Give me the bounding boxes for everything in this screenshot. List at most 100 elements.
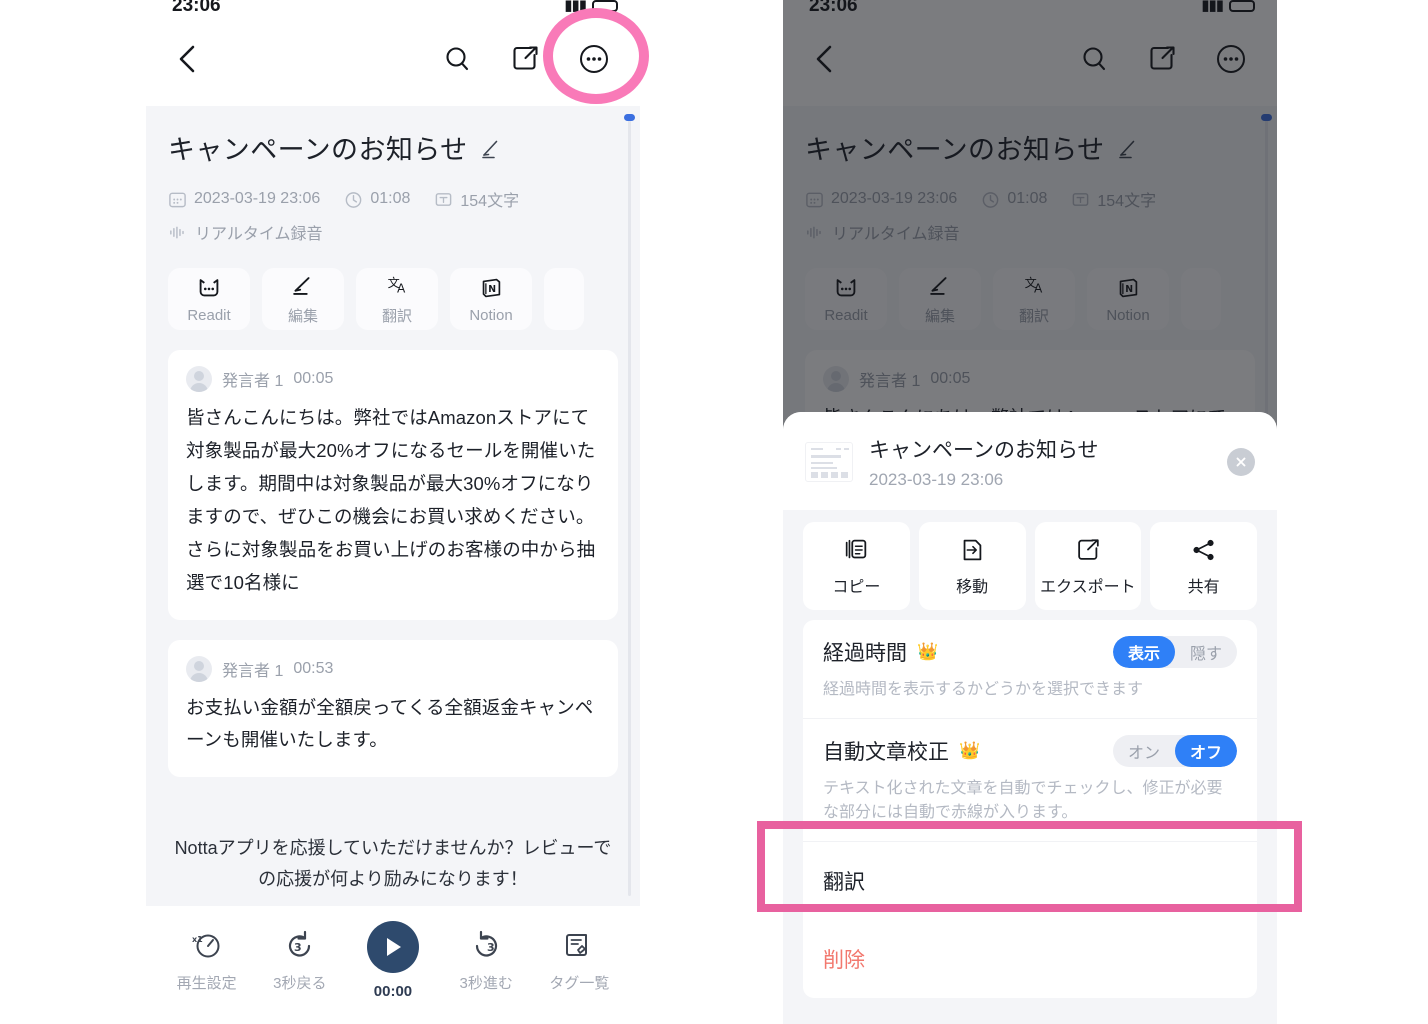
- close-button[interactable]: [1227, 448, 1255, 476]
- speaker-time: 00:53: [293, 659, 334, 677]
- meta-chars-text: 154文字: [460, 193, 520, 210]
- compose-button[interactable]: [506, 39, 546, 79]
- copy-icon: [846, 539, 867, 558]
- move-button[interactable]: 移動: [918, 522, 1026, 610]
- speaker-name: 発言者 1: [222, 662, 284, 680]
- delete-row[interactable]: 削除: [803, 920, 1257, 998]
- tag-list-label: タグ一覧: [549, 974, 610, 992]
- action-translate-label: 翻訳: [381, 308, 412, 325]
- player-bar: x1 再生設定 3 3秒戻る 00:00 3 3秒進む タグ一覧: [146, 906, 640, 1024]
- review-promo: Nottaアプリを応援していただけませんか？レビューでの応援が何より励みになりま…: [168, 833, 618, 906]
- translate-row[interactable]: 翻訳: [803, 842, 1257, 920]
- meta-source: リアルタイム録音: [168, 220, 618, 244]
- meta-duration-text: 01:08: [370, 190, 411, 207]
- segment-off[interactable]: オフ: [1175, 735, 1237, 767]
- note-meta: 2023-03-19 23:06 01:08: [168, 187, 618, 211]
- export-button[interactable]: エクスポート: [1034, 522, 1142, 610]
- compose-icon: [513, 46, 538, 70]
- phone-screen-left: 23:06 ▮▮▮ キャンペーンのお知らせ 2023-03-19 23:06 0…: [146, 0, 640, 1024]
- meta-chars: 154文字: [434, 187, 519, 211]
- export-label: エクスポート: [1040, 578, 1136, 596]
- action-readit-label: Readit: [187, 307, 231, 324]
- crown-icon: 👑: [917, 642, 939, 661]
- playback-speed-label: 再生設定: [176, 974, 237, 992]
- auto-proofread-segmented-control[interactable]: オン オフ: [1113, 735, 1237, 767]
- action-translate[interactable]: 文 A 翻訳: [356, 268, 438, 330]
- meta-source-text: リアルタイム録音: [195, 226, 323, 243]
- transcript-block[interactable]: 発言者 1 00:05 皆さんこんにちは。弊社ではAmazonストアにて対象製品…: [168, 350, 618, 620]
- action-more-partial[interactable]: [544, 268, 584, 330]
- transcript-text: お支払い金額が全額戻ってくる全額返金キャンペーンも開催いたします。: [186, 696, 594, 751]
- playback-speed-button[interactable]: x1 再生設定: [165, 928, 249, 993]
- action-notion-label: Notion: [469, 307, 513, 324]
- rewind-label: 3秒戻る: [273, 974, 327, 992]
- back-button[interactable]: [168, 40, 206, 78]
- action-readit[interactable]: Readit: [168, 268, 250, 330]
- option-elapsed-time-desc: 経過時間を表示するかどうかを選択できます: [823, 681, 1144, 698]
- document-thumbnail: [805, 442, 853, 482]
- svg-text:x1: x1: [192, 935, 203, 944]
- cat-readit-icon: [199, 279, 219, 297]
- move-icon: [963, 539, 982, 560]
- speaker-row: 発言者 1 00:05: [186, 366, 600, 392]
- tag-list-button[interactable]: タグ一覧: [537, 928, 621, 993]
- svg-text:A: A: [397, 282, 406, 296]
- search-button[interactable]: [438, 39, 478, 79]
- rewind-button[interactable]: 3 3秒戻る: [258, 928, 342, 993]
- review-promo-text: Nottaアプリを応援していただけませんか？レビューでの応援が何より励みになりま…: [174, 838, 612, 890]
- screenshot-stage: 23:06 ▮▮▮ キャンペーンのお知らせ 2023-03-19 23:06 0…: [0, 0, 1428, 1024]
- notion-icon: N: [482, 278, 501, 298]
- avatar: [186, 655, 212, 682]
- copy-button[interactable]: コピー: [803, 522, 910, 610]
- crown-icon: 👑: [959, 741, 981, 760]
- elapsed-time-segmented-control[interactable]: 表示 隠す: [1113, 636, 1237, 668]
- meta-date: 2023-03-19 23:06: [168, 190, 320, 209]
- play-button[interactable]: 00:00: [351, 920, 435, 1000]
- share-button[interactable]: 共有: [1150, 522, 1257, 610]
- sheet-header: キャンペーンのお知らせ 2023-03-19 23:06: [783, 412, 1277, 510]
- tag-list-icon: [566, 933, 588, 956]
- playback-speed-icon: x1: [192, 934, 220, 957]
- export-icon: [1078, 538, 1099, 560]
- share-label: 共有: [1187, 578, 1220, 596]
- play-circle[interactable]: [366, 920, 419, 973]
- search-icon: [446, 47, 469, 71]
- more-button[interactable]: [574, 39, 614, 79]
- transcript-block[interactable]: 発言者 1 00:53 お支払い金額が全額戻ってくる全額返金キャンペーンも開催い…: [168, 639, 618, 778]
- phone-screen-right: 23:06 ▮▮▮: [783, 0, 1277, 1024]
- segment-hide[interactable]: 隠す: [1175, 636, 1237, 668]
- avatar: [186, 366, 212, 392]
- option-auto-proofread-label: 自動文章校正: [823, 741, 949, 764]
- forward-button[interactable]: 3 3秒進む: [444, 928, 528, 993]
- meta-date-text: 2023-03-19 23:06: [194, 190, 321, 207]
- note-options-sheet: キャンペーンのお知らせ 2023-03-19 23:06 コピー 移動 エクスポ…: [783, 412, 1277, 1024]
- forward-label: 3秒進む: [459, 974, 513, 992]
- action-notion[interactable]: N Notion: [450, 268, 532, 330]
- segment-on[interactable]: オン: [1113, 735, 1175, 767]
- translate-icon: 文 A: [388, 275, 406, 296]
- sheet-options-group: 経過時間 👑 表示 隠す 経過時間を表示するかどうかを選択できます 自動文章校正: [803, 620, 1257, 998]
- forward-3s-icon: 3: [476, 930, 498, 957]
- close-icon: [1236, 457, 1246, 467]
- scrollbar-thumb[interactable]: [624, 114, 635, 121]
- meta-duration: 01:08: [344, 190, 410, 209]
- sheet-quick-actions: コピー 移動 エクスポート 共有: [783, 510, 1277, 610]
- sheet-date: 2023-03-19 23:06: [869, 470, 1004, 489]
- scrollbar-track[interactable]: [624, 114, 635, 896]
- status-bar-left: 23:06 ▮▮▮: [146, 0, 640, 12]
- note-action-row: Readit 編集 文: [168, 268, 618, 330]
- option-auto-proofread: 自動文章校正 👑 オン オフ テキスト化された文章を自動でチェックし、修正が必要…: [803, 719, 1257, 842]
- more-ellipsis-icon: [580, 45, 608, 73]
- option-elapsed-time-label: 経過時間: [823, 642, 907, 665]
- pencil-icon[interactable]: [480, 136, 504, 160]
- segment-show[interactable]: 表示: [1113, 636, 1175, 668]
- calendar-icon: [169, 192, 186, 207]
- transcript-text: 皆さんこんにちは。弊社ではAmazonストアにて対象製品が最大20%オフになるセ…: [186, 407, 596, 593]
- text-count-icon: [436, 192, 452, 206]
- note-title-row: キャンペーンのお知らせ: [168, 122, 618, 167]
- battery-icon: [592, 0, 618, 12]
- option-elapsed-time: 経過時間 👑 表示 隠す 経過時間を表示するかどうかを選択できます: [803, 620, 1257, 719]
- pencil-icon: [293, 277, 310, 295]
- action-edit[interactable]: 編集: [262, 268, 344, 330]
- play-icon: [386, 937, 401, 956]
